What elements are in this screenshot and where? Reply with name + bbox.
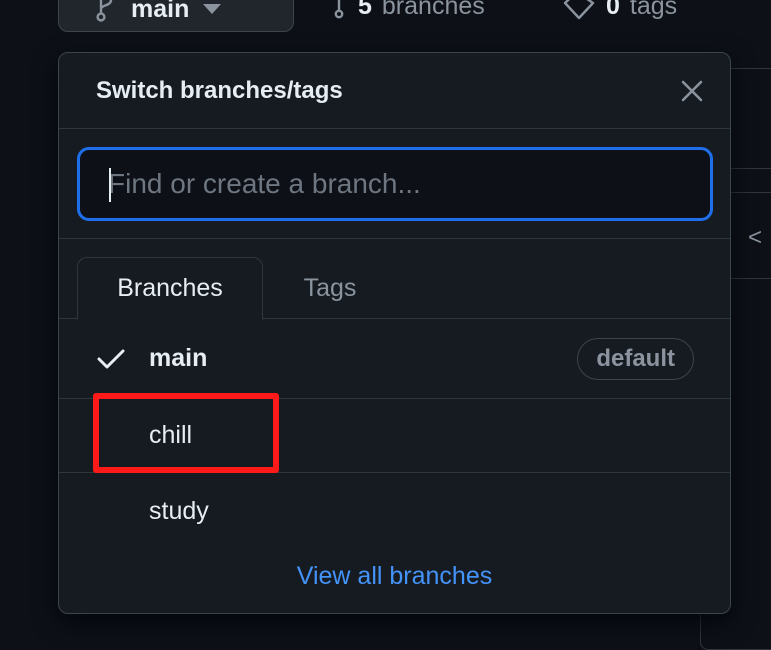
- dropdown-header: Switch branches/tags: [59, 53, 730, 129]
- tags-count-link[interactable]: 0 tags: [562, 0, 677, 26]
- branches-count: 5: [358, 0, 372, 20]
- branch-selector-button[interactable]: main: [58, 0, 294, 32]
- close-icon: [681, 80, 703, 101]
- current-branch-label: main: [131, 0, 190, 23]
- tab-tags-label: Tags: [303, 274, 357, 302]
- branch-name: chill: [149, 421, 193, 449]
- tab-bar: Branches Tags: [59, 239, 730, 320]
- close-button[interactable]: [678, 77, 706, 105]
- branch-search-input[interactable]: [80, 150, 710, 218]
- tab-branches-label: Branches: [117, 274, 223, 302]
- tags-label: tags: [629, 0, 678, 20]
- branch-item-main[interactable]: main default: [59, 319, 730, 399]
- default-badge: default: [577, 337, 694, 380]
- branch-name: main: [149, 344, 208, 372]
- check-icon: [97, 349, 125, 368]
- git-branch-icon: [334, 0, 344, 19]
- view-all-branches-link[interactable]: View all branches: [59, 562, 730, 591]
- tab-tags[interactable]: Tags: [271, 257, 389, 320]
- dropdown-title: Switch branches/tags: [96, 76, 343, 104]
- search-section: [59, 129, 730, 239]
- search-field: [77, 147, 713, 221]
- tab-branches[interactable]: Branches: [77, 257, 263, 320]
- branch-switcher-dropdown: Switch branches/tags Branches Tags main …: [58, 52, 731, 614]
- branch-item-study[interactable]: study: [59, 473, 730, 549]
- chevron-down-icon: [203, 4, 222, 14]
- chevron-left-icon[interactable]: <: [748, 224, 762, 252]
- branches-count-link[interactable]: 5 branches: [330, 0, 485, 26]
- branches-label: branches: [381, 0, 485, 20]
- text-cursor: [109, 168, 111, 202]
- branch-item-chill[interactable]: chill: [59, 393, 730, 473]
- tag-icon: [563, 0, 595, 20]
- branch-name: study: [149, 496, 209, 525]
- tags-count: 0: [606, 0, 620, 20]
- git-branch-icon: [96, 0, 113, 22]
